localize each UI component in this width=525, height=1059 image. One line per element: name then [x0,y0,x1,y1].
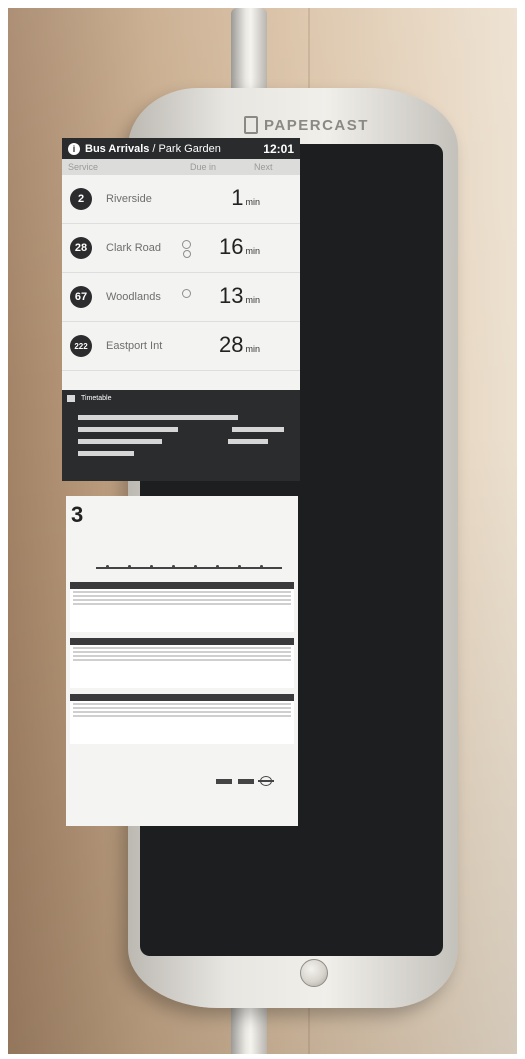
arrival-row: 67 Woodlands 13 min [62,273,300,322]
timetable-header: Timetable [62,390,300,406]
due-unit: min [245,344,260,354]
due-unit: min [245,246,260,256]
info-icon[interactable]: i [68,142,80,155]
schedule-line [73,591,291,593]
schedule-line [73,655,291,657]
schedule-block [70,582,294,632]
due-unit: min [245,197,260,207]
timetable-bar [78,415,238,420]
arrival-row: 28 Clark Road 16 min [62,224,300,273]
column-service: Service [68,162,99,172]
schedule-line [73,595,291,597]
route-badge: 2 [70,188,92,210]
photo: PAPERCAST i Bus Arrivals / Park Garden 1… [8,8,517,1054]
poster-footer-logos [216,776,274,786]
brand-logo-mark [244,116,258,134]
due-unit: min [245,295,260,305]
due-time: 16 min [195,234,260,260]
route-line [96,567,282,569]
route-stop-dot [216,565,219,568]
transit-roundel-logo [258,776,274,786]
live-tracking-icon [182,240,191,258]
column-due: Due in [190,162,217,172]
schedule-line [73,647,291,649]
route-badge: 222 [70,335,92,357]
route-stop-dot [238,565,241,568]
schedule-line [73,715,291,717]
home-button[interactable] [300,959,328,987]
timetable-panel: Timetable [62,390,300,481]
arrival-row: 222 Eastport Int 28 min [62,322,300,371]
schedule-line [73,599,291,601]
due-time: 28 min [195,332,260,358]
title-separator: / [152,142,156,155]
calendar-icon [67,394,75,402]
timetable-bar [78,451,134,456]
route-badge: 28 [70,237,92,259]
due-time: 1 min [195,185,260,211]
route-badge: 67 [70,286,92,308]
brand-name: PAPERCAST [264,116,369,134]
column-header: Service Due in Next [62,159,300,175]
timetable-row [62,436,300,448]
timetable-title: Timetable [81,394,112,402]
partner-logo [238,778,254,784]
due-minutes: 16 [219,234,244,259]
route-stop-dot [128,565,131,568]
destination: Eastport Int [106,340,163,352]
schedule-block [70,638,294,688]
schedule-block-header [70,694,294,701]
brand-logo: PAPERCAST [244,116,369,134]
timetable-row [62,448,300,460]
timetable-row [62,412,300,424]
live-tracking-icon [182,289,191,298]
route-stop-dot [194,565,197,568]
destination: Woodlands [106,291,161,303]
route-stop-dot [260,565,263,568]
schedule-line [73,707,291,709]
timetable-bar [78,439,162,444]
route-stop-dot [172,565,175,568]
due-time: 13 min [195,283,260,309]
arrival-row: 2 Riverside 1 min [62,175,300,224]
due-minutes: 28 [219,332,244,357]
destination: Riverside [106,193,152,205]
schedule-block [70,694,294,744]
schedule-line [73,711,291,713]
clock: 12:01 [263,141,294,156]
stop-name: Park Garden [158,142,221,155]
route-stop-dot [150,565,153,568]
timetable-bar [78,427,178,432]
destination: Clark Road [106,242,162,254]
due-minutes: 1 [231,185,244,210]
poster-route-number: 3 [71,502,84,527]
arrivals-header: i Bus Arrivals / Park Garden 12:01 [62,138,300,159]
timetable-row [62,424,300,436]
schedule-line [73,603,291,605]
arrivals-screen: i Bus Arrivals / Park Garden 12:01 Servi… [62,138,300,481]
timetable-bar [232,427,284,432]
schedule-line [73,651,291,653]
schedule-block-header [70,638,294,645]
schedule-poster-screen: 3 [66,496,298,826]
route-stop-dot [106,565,109,568]
partner-logo [216,778,232,784]
schedule-block-header [70,582,294,589]
schedule-line [73,703,291,705]
schedule-line [73,659,291,661]
column-next: Next [254,162,273,172]
arrivals-title: Bus Arrivals [85,142,150,155]
timetable-bar [228,439,268,444]
due-minutes: 13 [219,283,244,308]
